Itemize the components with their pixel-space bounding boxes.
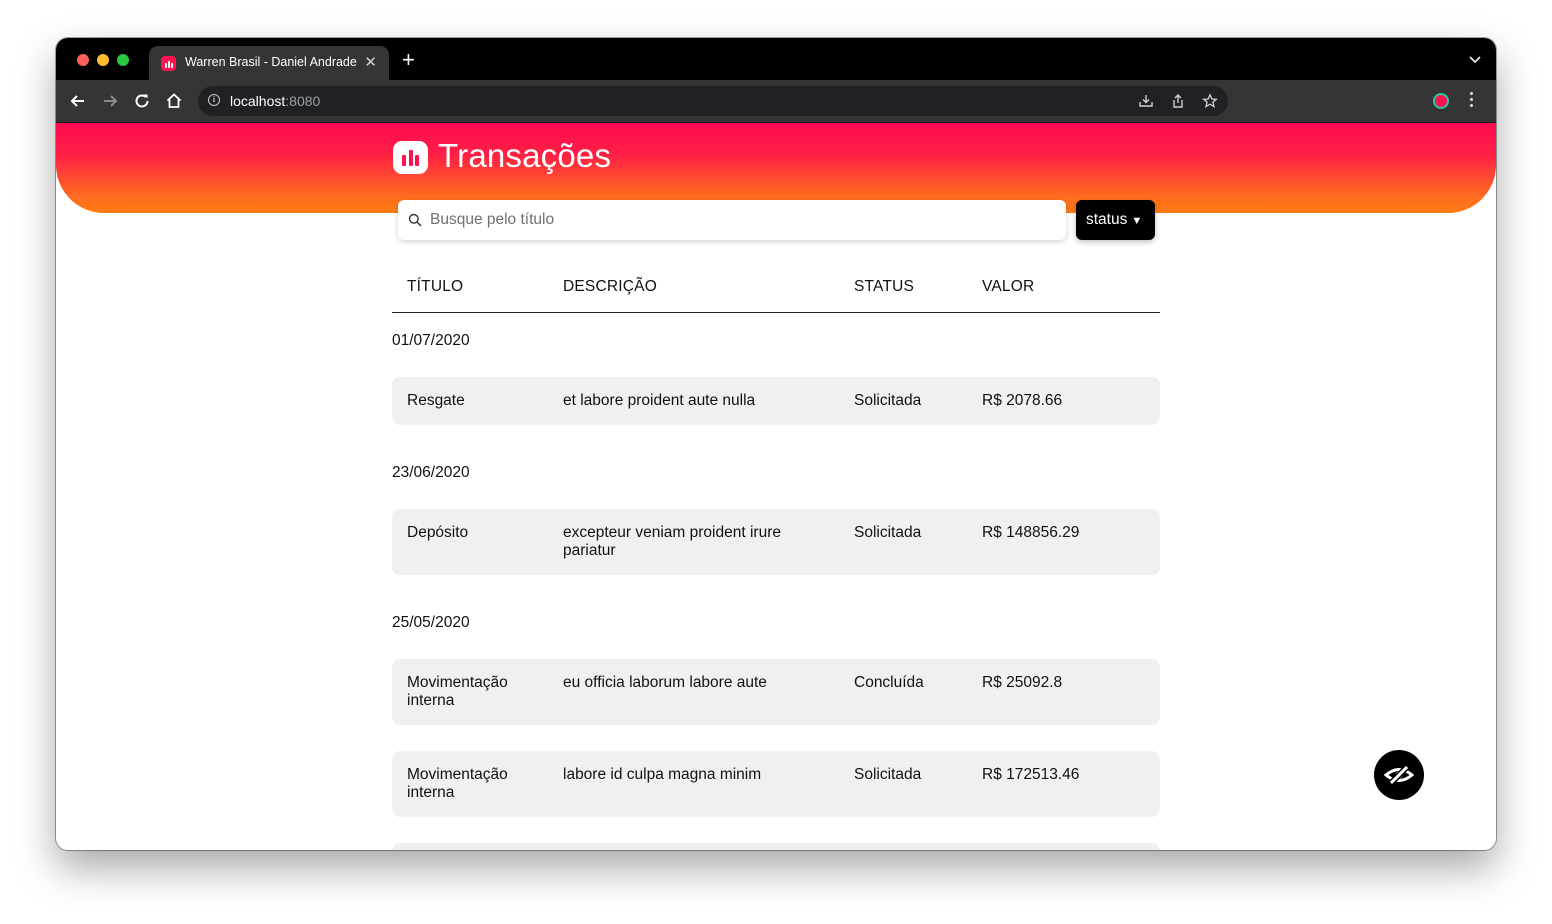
page-title: Transações — [438, 137, 612, 174]
favicon-icon — [161, 56, 176, 71]
new-tab-button[interactable]: + — [402, 48, 415, 72]
cell-value: R$ 25092.8 — [982, 674, 1063, 691]
date-group-label: 23/06/2020 — [392, 464, 470, 481]
tab-close-icon[interactable]: ✕ — [364, 53, 377, 71]
eye-slash-icon — [1383, 764, 1415, 786]
cell-description: labore id culpa magna minim — [563, 766, 762, 783]
browser-tab[interactable]: Warren Brasil - Daniel Andrade ✕ — [149, 46, 389, 80]
cell-status: Solicitada — [854, 766, 922, 783]
cell-title: Resgate — [407, 392, 465, 409]
warren-logo-icon — [393, 141, 428, 174]
install-app-icon[interactable] — [1138, 93, 1154, 109]
site-info-icon[interactable]: i — [208, 94, 220, 106]
close-window-button[interactable] — [77, 54, 89, 66]
url-host: localhost — [230, 93, 286, 109]
profile-avatar-icon[interactable] — [1433, 93, 1449, 109]
column-header-description[interactable]: DESCRIÇÃO — [563, 278, 657, 296]
page-viewport: Transações status▼ TÍTULO DESCRIÇÃO STAT… — [56, 123, 1496, 850]
cell-value: R$ 2078.66 — [982, 392, 1063, 409]
cell-description: excepteur veniam proident irure pariatur — [563, 524, 781, 559]
bookmark-star-icon[interactable] — [1202, 93, 1218, 109]
maximize-window-button[interactable] — [117, 54, 129, 66]
url-text[interactable]: localhost:8080 — [230, 93, 320, 109]
tab-title: Warren Brasil - Daniel Andrade — [185, 55, 357, 69]
cell-status: Concluída — [854, 674, 924, 691]
column-header-status[interactable]: STATUS — [854, 278, 914, 296]
search-box[interactable] — [398, 200, 1066, 240]
browser-toolbar: i localhost:8080 — [56, 80, 1496, 123]
cell-description: et labore proident aute nulla — [563, 392, 756, 409]
table-row[interactable]: Movimentação interna labore id culpa mag… — [392, 751, 1160, 817]
browser-menu-icon[interactable] — [1470, 92, 1474, 110]
status-filter-button[interactable]: status ▼ — [1076, 200, 1155, 240]
table-row[interactable]: Resgate et labore proident aute nulla So… — [392, 377, 1160, 425]
table-header: TÍTULO DESCRIÇÃO STATUS VALOR — [392, 272, 1160, 313]
date-group-label: 01/07/2020 — [392, 332, 470, 349]
cell-value: R$ 148856.29 — [982, 524, 1080, 541]
address-bar[interactable]: i localhost:8080 — [198, 86, 1228, 116]
share-icon[interactable] — [1170, 93, 1186, 109]
forward-arrow-icon[interactable] — [100, 91, 120, 111]
cell-value: R$ 172513.46 — [982, 766, 1080, 783]
browser-window: Warren Brasil - Daniel Andrade ✕ + i loc… — [56, 38, 1496, 850]
minimize-window-button[interactable] — [97, 54, 109, 66]
column-header-title[interactable]: TÍTULO — [407, 278, 463, 296]
cell-title: Movimentação interna — [407, 674, 508, 709]
table-row[interactable] — [392, 843, 1160, 850]
url-port: :8080 — [285, 93, 321, 109]
toggle-visibility-button[interactable] — [1374, 750, 1424, 800]
cell-description: eu officia laborum labore aute — [563, 674, 767, 691]
search-icon — [408, 213, 422, 227]
table-row[interactable]: Movimentação interna eu officia laborum … — [392, 659, 1160, 725]
table-row[interactable]: Depósito excepteur veniam proident irure… — [392, 509, 1160, 575]
cell-status: Solicitada — [854, 524, 922, 541]
reload-icon[interactable] — [132, 91, 152, 111]
status-filter-label: status — [1086, 211, 1128, 228]
cell-status: Solicitada — [854, 392, 922, 409]
cell-title: Movimentação interna — [407, 766, 508, 801]
back-arrow-icon[interactable] — [68, 91, 88, 111]
search-input[interactable] — [430, 200, 1050, 240]
date-group-label: 25/05/2020 — [392, 614, 470, 631]
home-icon[interactable] — [164, 91, 184, 111]
column-header-value[interactable]: VALOR — [982, 278, 1034, 296]
tab-bar: Warren Brasil - Daniel Andrade ✕ + — [56, 38, 1496, 80]
chevron-down-icon[interactable] — [1468, 52, 1482, 66]
cell-title: Depósito — [407, 524, 469, 541]
caret-down-icon: ▼ — [1131, 215, 1143, 227]
